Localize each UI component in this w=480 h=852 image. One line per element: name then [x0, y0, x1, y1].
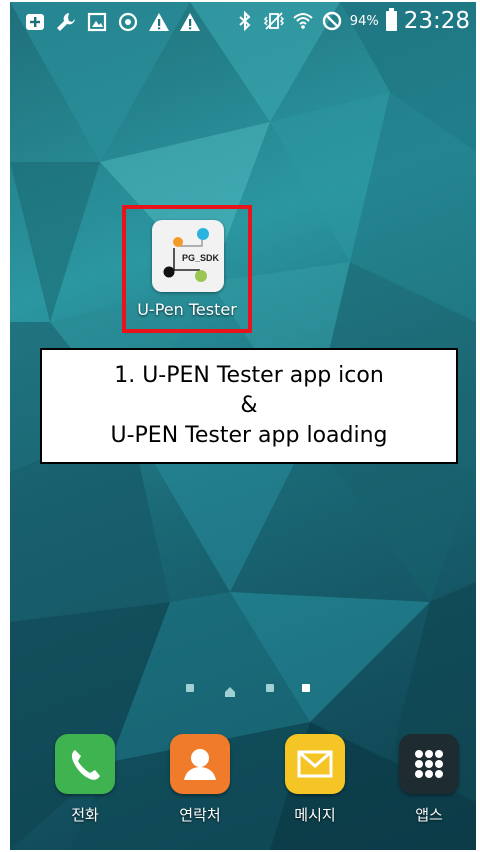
annotation-box: 1. U-PEN Tester app icon & U-PEN Tester …: [40, 348, 458, 464]
page-dot-4-active[interactable]: [302, 684, 310, 692]
clock: 23:28: [403, 8, 470, 34]
sync-icon: [117, 11, 139, 33]
messages-icon: [285, 734, 345, 794]
contacts-icon: [170, 734, 230, 794]
annotation-line-1: 1. U-PEN Tester app icon: [114, 363, 384, 388]
svg-text:PG_SDK: PG_SDK: [182, 253, 220, 263]
wifi-icon: [292, 10, 314, 32]
u-pen-tester-app-icon[interactable]: PG_SDK: [152, 220, 224, 292]
battery-percent: 94%: [349, 13, 379, 29]
home-page-dot[interactable]: [225, 682, 235, 697]
status-bar: 94% 23:28: [10, 2, 476, 46]
dock-phone[interactable]: 전화: [50, 734, 120, 825]
dock-label-messages: 메시지: [294, 806, 336, 824]
app-label[interactable]: U-Pen Tester: [122, 300, 252, 319]
bluetooth-icon: [234, 10, 256, 32]
warning-icon: [148, 11, 170, 33]
wrench-icon: [55, 11, 77, 33]
home-screen: 94% 23:28 PG_SDK U-Pen Tester 1. U-PEN T…: [10, 2, 476, 850]
page-indicator[interactable]: [186, 682, 316, 697]
pg-sdk-icon: PG_SDK: [163, 228, 220, 282]
annotation-line-3: U-PEN Tester app loading: [110, 423, 388, 448]
dock-messages[interactable]: 메시지: [280, 734, 350, 825]
dock-apps[interactable]: 앱스: [394, 734, 464, 825]
image-icon: [86, 11, 108, 33]
dock-label-contacts: 연락처: [179, 806, 221, 824]
phone-icon: [55, 734, 115, 794]
vibrate-icon: [263, 10, 285, 32]
page-dot-1[interactable]: [186, 684, 194, 692]
annotation-line-2: &: [240, 393, 258, 418]
add-notification-icon: [24, 11, 46, 33]
page-dot-3[interactable]: [266, 684, 274, 692]
dock-contacts[interactable]: 연락처: [165, 734, 235, 825]
dock-label-phone: 전화: [71, 806, 99, 824]
battery-icon: [385, 8, 397, 31]
warning-icon-2: [179, 11, 201, 33]
apps-icon: [399, 734, 459, 794]
dock-label-apps: 앱스: [415, 806, 443, 824]
block-icon: [321, 10, 343, 32]
